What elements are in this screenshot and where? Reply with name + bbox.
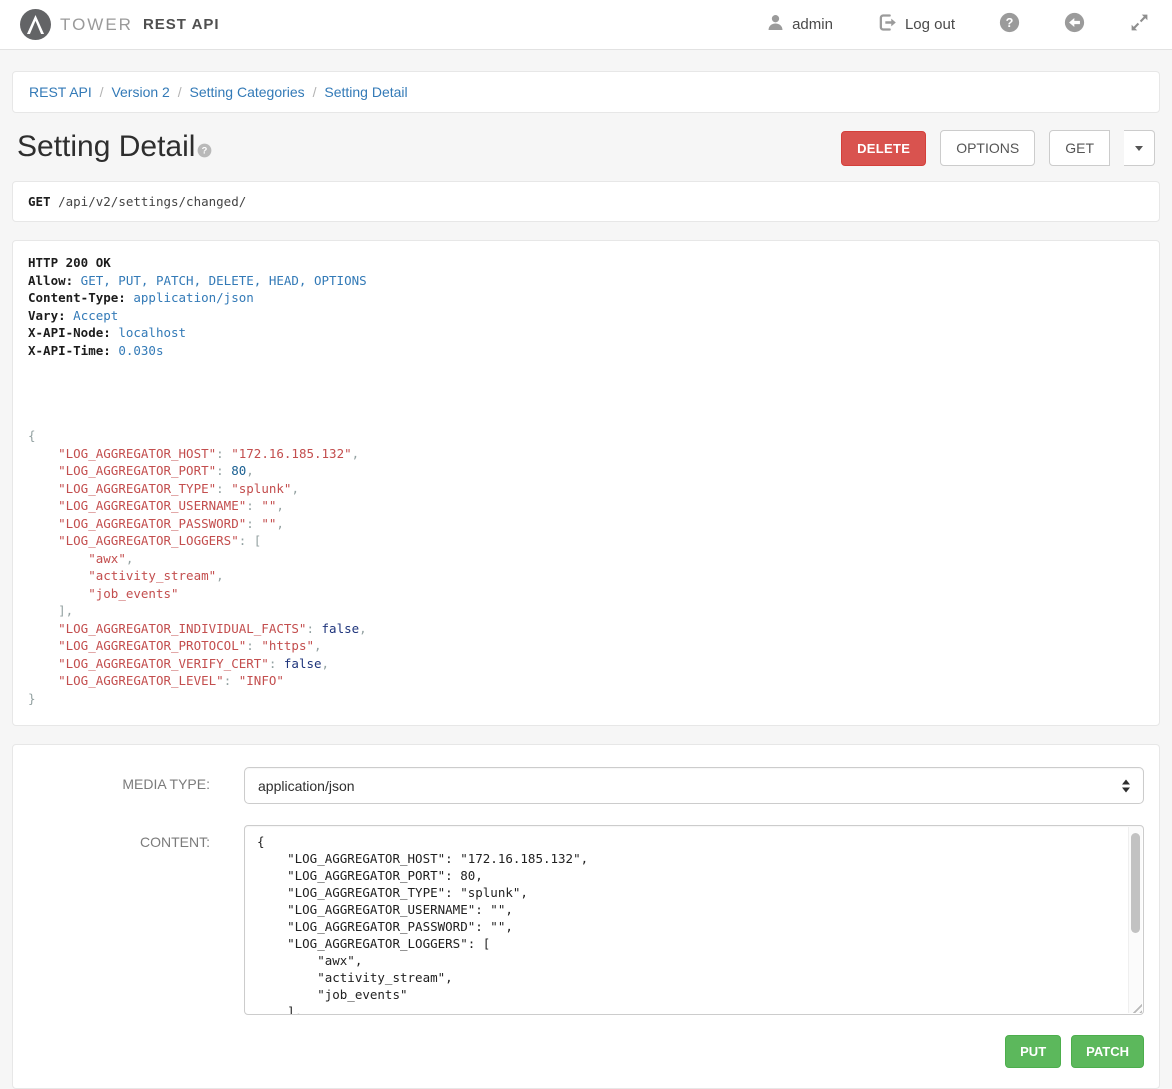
help-button[interactable]: ? <box>999 12 1020 37</box>
media-type-value: application/json <box>258 778 355 794</box>
caret-down-icon <box>1135 146 1143 151</box>
breadcrumb-link[interactable]: Setting Detail <box>324 84 407 100</box>
json-line: "LOG_AGGREGATOR_PORT": 80, <box>28 462 1144 480</box>
response-header-line: Content-Type: application/json <box>28 289 1144 307</box>
content-textarea[interactable]: { "LOG_AGGREGATOR_HOST": "172.16.185.132… <box>244 825 1144 1015</box>
expand-icon <box>1129 12 1150 37</box>
get-button[interactable]: GET <box>1049 130 1110 166</box>
json-line: "LOG_AGGREGATOR_VERIFY_CERT": false, <box>28 655 1144 673</box>
back-button[interactable] <box>1064 12 1085 37</box>
breadcrumb-link[interactable]: REST API <box>29 84 92 100</box>
logout-label: Log out <box>905 16 955 33</box>
brand: TOWER REST API <box>20 9 220 40</box>
logout-icon <box>877 12 898 37</box>
back-icon <box>1064 12 1085 37</box>
user-name-label: admin <box>792 16 833 33</box>
textarea-scrollbar-thumb[interactable] <box>1131 833 1140 933</box>
brand-rest-api-label: REST API <box>143 16 220 33</box>
json-line: ], <box>28 602 1144 620</box>
media-type-label: MEDIA TYPE: <box>28 767 210 804</box>
breadcrumb-separator: / <box>92 84 112 100</box>
request-method: GET <box>28 194 51 209</box>
breadcrumb-link[interactable]: Version 2 <box>111 84 169 100</box>
svg-text:?: ? <box>202 146 208 156</box>
response-header-line: X-API-Node: localhost <box>28 324 1144 342</box>
content-textarea-value: { "LOG_AGGREGATOR_HOST": "172.16.185.132… <box>245 826 1143 1015</box>
page-title-text: Setting Detail <box>17 130 195 166</box>
top-navbar: TOWER REST API admin Log out <box>0 0 1172 50</box>
response-header-line: Vary: Accept <box>28 307 1144 325</box>
user-menu[interactable]: admin <box>766 13 833 36</box>
json-line: "job_events" <box>28 585 1144 603</box>
response-body: { "LOG_AGGREGATOR_HOST": "172.16.185.132… <box>28 427 1144 707</box>
put-button[interactable]: PUT <box>1005 1035 1061 1068</box>
response-header-line: Allow: GET, PUT, PATCH, DELETE, HEAD, OP… <box>28 272 1144 290</box>
tower-logo-icon <box>20 9 51 40</box>
json-line: "LOG_AGGREGATOR_USERNAME": "", <box>28 497 1144 515</box>
json-line: "awx", <box>28 550 1144 568</box>
breadcrumb-separator: / <box>305 84 325 100</box>
logout-button[interactable]: Log out <box>877 12 955 37</box>
select-arrows-icon <box>1122 779 1130 792</box>
json-line: "LOG_AGGREGATOR_HOST": "172.16.185.132", <box>28 445 1144 463</box>
json-line: "LOG_AGGREGATOR_PASSWORD": "", <box>28 515 1144 533</box>
content-label: CONTENT: <box>28 825 210 1015</box>
breadcrumb: REST API / Version 2 / Setting Categorie… <box>12 71 1160 113</box>
json-line: "LOG_AGGREGATOR_INDIVIDUAL_FACTS": false… <box>28 620 1144 638</box>
response-header-line: X-API-Time: 0.030s <box>28 342 1144 360</box>
get-dropdown-button[interactable] <box>1124 130 1155 166</box>
expand-button[interactable] <box>1129 12 1150 37</box>
request-line: GET /api/v2/settings/changed/ <box>12 181 1160 222</box>
request-path: /api/v2/settings/changed/ <box>58 194 246 209</box>
response-gap <box>28 359 1144 427</box>
brand-tower-label: TOWER <box>60 15 133 35</box>
response-status: HTTP 200 OK <box>28 254 1144 272</box>
json-line: } <box>28 690 1144 708</box>
json-line: "LOG_AGGREGATOR_LOGGERS": [ <box>28 532 1144 550</box>
patch-button[interactable]: PATCH <box>1071 1035 1144 1068</box>
user-icon <box>766 13 785 36</box>
method-toolbar: DELETE OPTIONS GET <box>841 130 1155 166</box>
textarea-scrollbar[interactable] <box>1128 827 1142 1013</box>
page-title: Setting Detail ? <box>17 130 212 166</box>
json-line: { <box>28 427 1144 445</box>
json-line: "LOG_AGGREGATOR_PROTOCOL": "https", <box>28 637 1144 655</box>
title-help-icon[interactable]: ? <box>197 132 212 166</box>
breadcrumb-link[interactable]: Setting Categories <box>190 84 305 100</box>
help-icon: ? <box>999 12 1020 37</box>
response-panel: HTTP 200 OK Allow: GET, PUT, PATCH, DELE… <box>12 240 1160 726</box>
breadcrumb-separator: / <box>170 84 190 100</box>
json-line: "activity_stream", <box>28 567 1144 585</box>
json-line: "LOG_AGGREGATOR_TYPE": "splunk", <box>28 480 1144 498</box>
json-line: "LOG_AGGREGATOR_LEVEL": "INFO" <box>28 672 1144 690</box>
options-button[interactable]: OPTIONS <box>940 130 1035 166</box>
content-form: MEDIA TYPE: application/json CONTENT: { … <box>12 744 1160 1089</box>
delete-button[interactable]: DELETE <box>841 131 926 166</box>
response-headers: Allow: GET, PUT, PATCH, DELETE, HEAD, OP… <box>28 272 1144 360</box>
media-type-select[interactable]: application/json <box>244 767 1144 804</box>
svg-text:?: ? <box>1006 16 1014 30</box>
